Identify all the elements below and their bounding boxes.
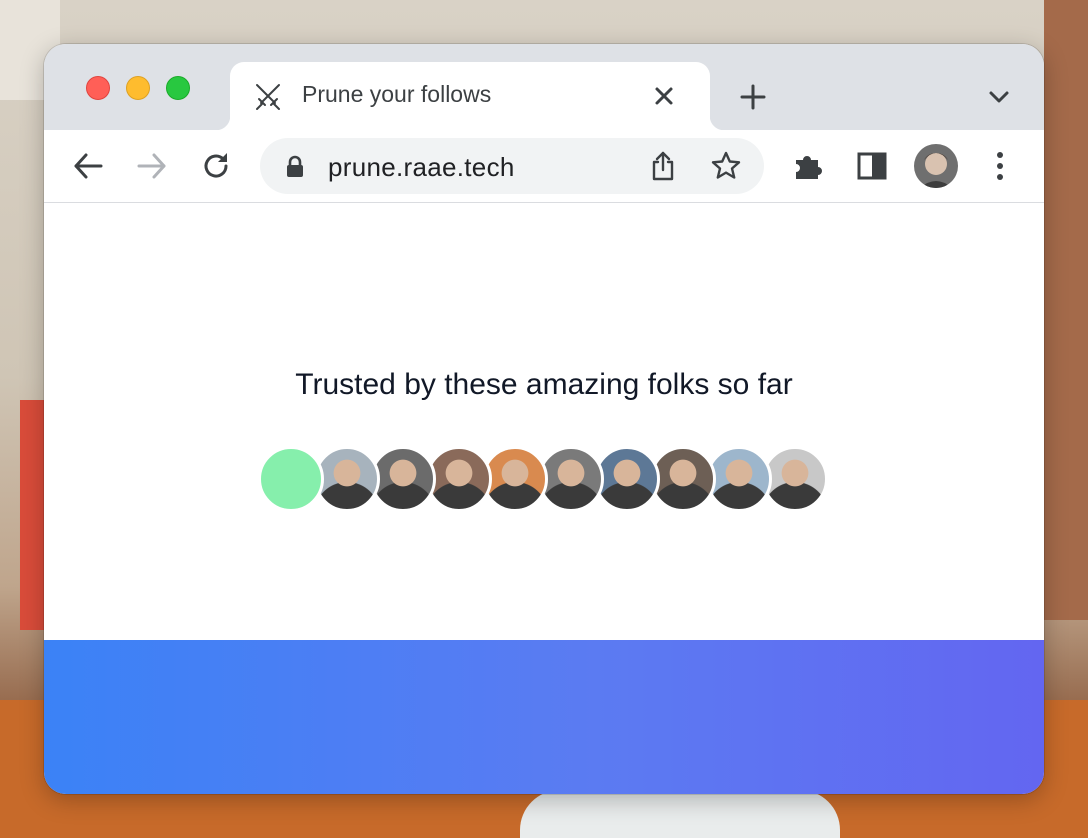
crossed-swords-icon: [256, 84, 280, 110]
page-headline: Trusted by these amazing folks so far: [295, 368, 793, 401]
tab-title: Prune your follows: [302, 81, 492, 107]
back-arrow-icon[interactable]: [71, 149, 105, 183]
zoom-window-button[interactable]: [166, 76, 190, 100]
supporter-avatar-row: [258, 446, 830, 512]
gradient-footer-section: [44, 640, 1044, 794]
side-panel-icon[interactable]: [855, 149, 889, 183]
active-tab[interactable]: Prune your follows: [216, 62, 724, 130]
background-person: [1044, 0, 1088, 620]
minimize-window-button[interactable]: [126, 76, 150, 100]
tab-search-chevron-down-icon[interactable]: [986, 84, 1012, 110]
bookmark-star-icon[interactable]: [710, 150, 742, 182]
tab-strip: Prune your follows: [44, 44, 1044, 130]
profile-photo: [914, 144, 958, 188]
browser-toolbar: prune.raae.tech: [44, 130, 1044, 203]
lock-icon[interactable]: [284, 154, 306, 178]
url-text[interactable]: prune.raae.tech: [328, 152, 515, 183]
address-bar[interactable]: prune.raae.tech: [260, 138, 764, 194]
close-tab-icon[interactable]: [650, 82, 678, 110]
browser-window: Prune your follows prune.raae.tech Trust…: [44, 44, 1044, 794]
new-tab-icon[interactable]: [738, 82, 768, 112]
background-red-frame: [20, 400, 44, 630]
close-window-button[interactable]: [86, 76, 110, 100]
more-menu-icon[interactable]: [983, 149, 1017, 183]
extensions-puzzle-icon[interactable]: [791, 149, 825, 183]
supporter-avatar[interactable]: [258, 446, 324, 512]
share-icon[interactable]: [648, 150, 678, 182]
forward-arrow-icon[interactable]: [135, 149, 169, 183]
reload-icon[interactable]: [199, 149, 233, 183]
page-content: Trusted by these amazing folks so far: [44, 203, 1044, 640]
background-shirt: [520, 790, 840, 838]
profile-avatar[interactable]: [914, 144, 958, 188]
